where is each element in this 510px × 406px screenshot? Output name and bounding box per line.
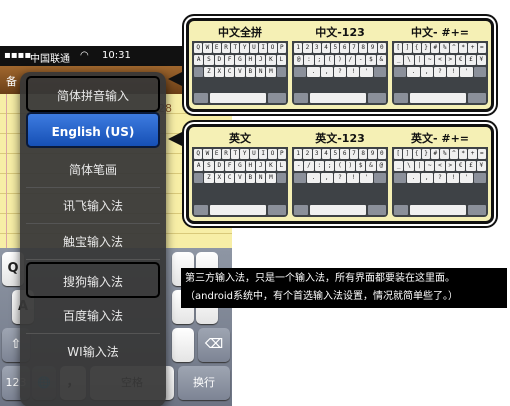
im-item-stroke[interactable]: 简体笔画	[26, 152, 160, 188]
kb-preview-bottom-row	[394, 93, 486, 103]
key-blank-5[interactable]	[172, 328, 194, 362]
signal-icon: ▪▪▪▪	[4, 50, 32, 61]
kb-preview-zh-123: 中文-123 1234567890 @:;() / - $ & .,?! '	[292, 25, 388, 105]
chinese-keyboard-panel: 中文全拼 QWERTYUIOP ASDFGHJKL ZXCVBNM 中文-123…	[186, 18, 494, 112]
im-item-baidu[interactable]: 百度输入法	[26, 298, 160, 334]
im-item-xunfei[interactable]: 讯飞输入法	[26, 188, 160, 224]
english-keyboard-panel: 英文 QWERTYUIOP ASDFGHJKL ZXCVBNM 英文-123 1…	[186, 124, 494, 224]
kb-preview-bottom-row	[294, 93, 386, 103]
annotation-line-2: （android系统中，有个首选输入法设置，情况就简单些了。）	[185, 291, 458, 302]
kb-preview-title: 英文-123	[292, 131, 388, 147]
kb-preview-en-123: 英文-123 1234567890 - /:;() $ & @ .,?! '	[292, 131, 388, 217]
kb-preview-bottom-row	[194, 205, 286, 215]
panel-arrow-bottom	[168, 130, 186, 148]
kb-preview-bottom-row	[194, 93, 286, 103]
delete-key[interactable]: ⌫	[198, 328, 230, 362]
kb-preview-zh-pinyin: 中文全拼 QWERTYUIOP ASDFGHJKL ZXCVBNM	[192, 25, 288, 105]
kb-preview-title: 中文全拼	[192, 25, 288, 41]
carrier-label: 中国联通	[30, 54, 70, 65]
kb-preview-bottom-row	[294, 205, 386, 215]
wifi-icon: ◠	[80, 50, 89, 61]
annotation-line-1: 第三方输入法，只是一个输入法，所有界面都要装在这里面。	[185, 273, 455, 284]
kb-preview-zh-symbols: 中文- #+= []{} #% ^ * + = _ \ | ~ < > € £ ¥ .,?! '	[392, 25, 488, 105]
im-item-sogou[interactable]: 搜狗输入法	[26, 262, 160, 298]
im-item-chubao[interactable]: 触宝输入法	[26, 224, 160, 260]
input-method-menu: 简体拼音输入 English (US) 简体笔画 讯飞输入法 触宝输入法 搜狗输…	[20, 72, 166, 406]
im-item-wi[interactable]: WI输入法	[26, 334, 160, 370]
kb-preview-title: 英文- #+=	[392, 131, 488, 147]
kb-preview-title: 中文-123	[292, 25, 388, 41]
kb-preview-en: 英文 QWERTYUIOP ASDFGHJKL ZXCVBNM	[192, 131, 288, 217]
kb-preview-en-symbols: 英文- #+= []{} #% ^ * + = _ \ | ~ < > € £ ¥ .,?! '	[392, 131, 488, 217]
time-label: 10:31	[102, 50, 131, 61]
kb-preview-title: 中文- #+=	[392, 25, 488, 41]
annotation-callout: 第三方输入法，只是一个输入法，所有界面都要装在这里面。 （android系统中，…	[181, 268, 507, 308]
im-item-english[interactable]: English (US)	[26, 112, 160, 148]
kb-preview-bottom-row	[394, 205, 486, 215]
im-item-pinyin[interactable]: 简体拼音输入	[26, 76, 160, 112]
notes-nav-label: 备	[6, 75, 17, 88]
kb-preview-title: 英文	[192, 131, 288, 147]
panel-arrow-top	[168, 70, 186, 88]
return-key[interactable]: 换行	[178, 366, 230, 400]
